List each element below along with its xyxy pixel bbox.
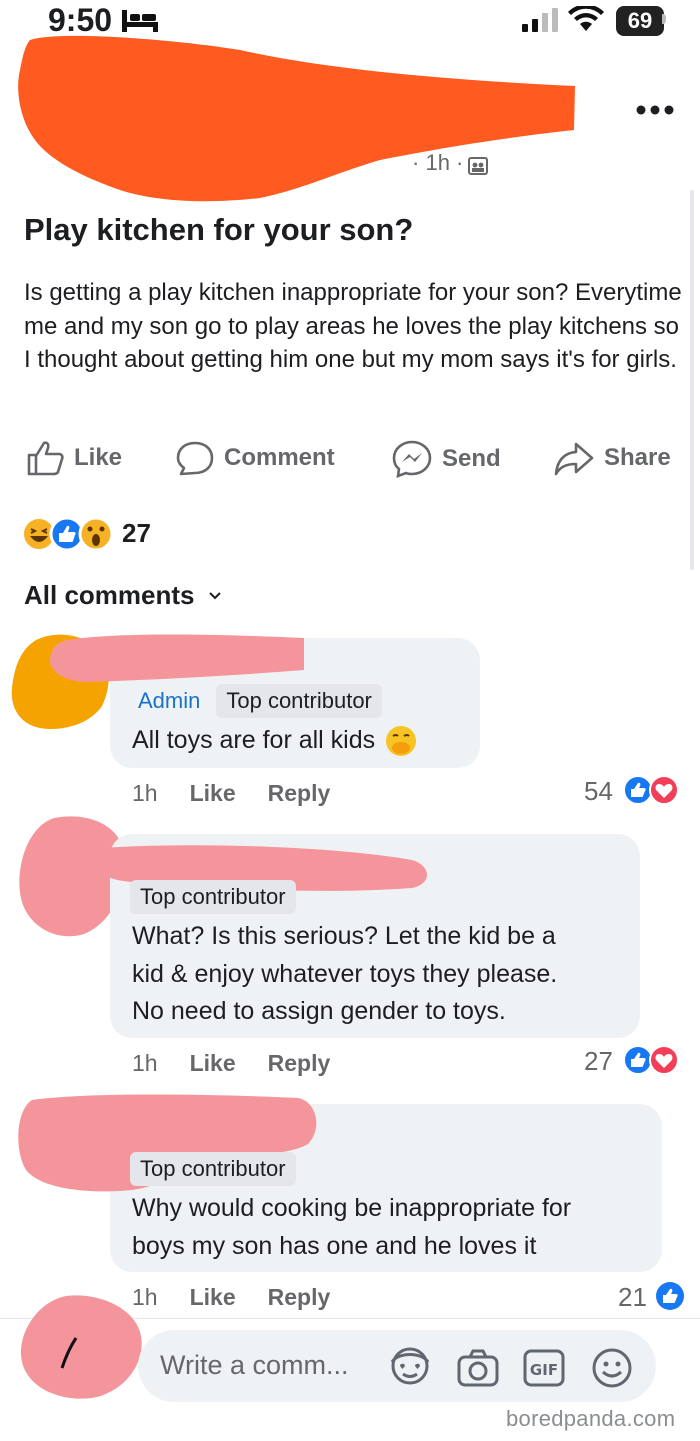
like-icon [623, 775, 653, 805]
reaction-count[interactable]: 27 [122, 518, 151, 549]
comment-text-line: kid & enjoy whatever toys they please. [132, 959, 558, 988]
camera-icon[interactable] [456, 1348, 500, 1388]
comment-footer: 1h Like Reply [132, 780, 330, 807]
love-icon [649, 1045, 679, 1075]
love-icon [649, 775, 679, 805]
emoji-icon[interactable] [590, 1346, 634, 1390]
comment-reactions[interactable] [622, 1044, 686, 1076]
reactions-summary[interactable] [22, 514, 118, 554]
messenger-icon [392, 440, 432, 478]
like-icon[interactable] [654, 1280, 686, 1312]
share-label: Share [604, 444, 671, 471]
comment-like-button[interactable]: Like [190, 780, 236, 807]
comment-time: 1h [132, 780, 158, 806]
hand-over-mouth-emoji-icon [386, 725, 417, 756]
comment-footer: 1h Like Reply [132, 1050, 330, 1077]
comment-input-placeholder: Write a comm... [160, 1350, 349, 1380]
comments-sort-dropdown[interactable]: All comments [24, 580, 221, 611]
current-user-avatar[interactable] [16, 1292, 146, 1402]
comment-reply-button[interactable]: Reply [268, 1050, 331, 1077]
comment-icon [176, 441, 214, 476]
top-contributor-badge: Top contributor [130, 880, 296, 914]
comment-time: 1h [132, 1050, 158, 1076]
watermark: boredpanda.com [506, 1406, 676, 1431]
like-icon [27, 441, 64, 476]
svg-text:GIF: GIF [530, 1361, 558, 1379]
comment-badges: Admin Top contributor [138, 684, 382, 718]
redacted-commenter-name [50, 634, 304, 682]
comment-text-line: Why would cooking be inappropriate for [132, 1194, 572, 1222]
comment-like-button[interactable]: Like [190, 1050, 236, 1077]
avatar-sticker-icon[interactable] [388, 1344, 432, 1388]
comment-reply-button[interactable]: Reply [268, 780, 331, 807]
comment-text: Why would cooking be inappropriate for b… [132, 1190, 571, 1265]
comment-like-button[interactable]: Like [190, 1284, 236, 1311]
comment-text: All toys are for all kids [132, 722, 417, 760]
send-button[interactable]: Send [392, 440, 501, 478]
comment-button[interactable]: Comment [176, 440, 335, 476]
top-contributor-badge: Top contributor [216, 684, 382, 718]
scrollbar[interactable] [690, 190, 694, 570]
group-audience-icon [468, 157, 488, 175]
like-icon [623, 1045, 653, 1075]
share-icon [554, 442, 594, 476]
like-label: Like [74, 444, 123, 471]
more-options-icon[interactable] [636, 104, 674, 116]
post-meta: · 1h · [412, 150, 464, 175]
post-body: Is getting a play kitchen inappropriate … [24, 279, 682, 373]
battery-nub [662, 14, 666, 24]
post-title: Play kitchen for your son? [24, 212, 414, 247]
gif-icon[interactable]: GIF [522, 1348, 566, 1388]
comment-reactions[interactable] [622, 774, 686, 806]
comment-text: What? Is this serious? Let the kid be a … [132, 918, 557, 1031]
chevron-down-icon [208, 591, 221, 599]
redacted-author [18, 35, 575, 202]
admin-badge: Admin [138, 688, 201, 713]
comments-sort-label: All comments [24, 580, 195, 610]
like-button[interactable]: Like [26, 440, 122, 476]
comment-reaction-count[interactable]: 27 [584, 1046, 613, 1077]
comment-text-content: All toys are for all kids [132, 726, 376, 754]
battery-level: 69 [627, 8, 653, 33]
comment-text-line: No need to assign gender to toys. [132, 997, 506, 1025]
top-contributor-badge: Top contributor [130, 1152, 296, 1186]
comment-reaction-count[interactable]: 21 [618, 1282, 647, 1313]
battery-indicator: 69 [616, 6, 664, 36]
comment-footer: 1h Like Reply [132, 1284, 330, 1311]
share-button[interactable]: Share [554, 440, 671, 476]
comment-reply-button[interactable]: Reply [268, 1284, 331, 1311]
comment-text-line: boys my son has one and he loves it [132, 1231, 537, 1260]
send-label: Send [442, 445, 501, 472]
comment-text-line: What? Is this serious? Let the kid be a [132, 922, 556, 950]
comment-reaction-count[interactable]: 54 [584, 776, 613, 807]
comment-label: Comment [224, 444, 335, 471]
like-reaction-icon [49, 516, 85, 552]
post-time: 1h [425, 150, 450, 175]
wow-icon [78, 516, 114, 552]
